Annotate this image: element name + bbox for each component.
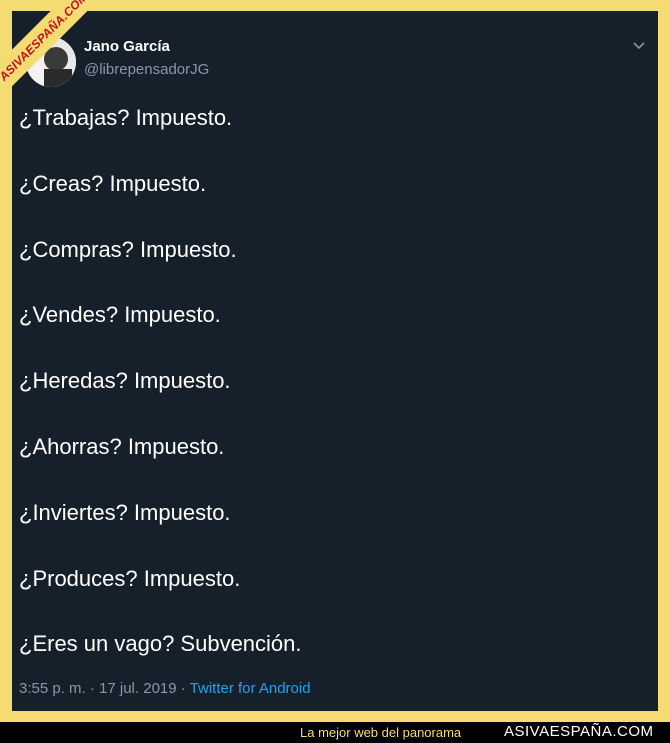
- tweet-line: ¿Produces? Impuesto.: [19, 565, 241, 591]
- tweet-line: ¿Ahorras? Impuesto.: [19, 433, 225, 459]
- footer-brand[interactable]: ASIVAESPAÑA.COM: [504, 723, 653, 740]
- chevron-down-icon[interactable]: [632, 39, 646, 53]
- tweet-text: ¿Trabajas? Impuesto. ¿Creas? Impuesto. ¿…: [19, 103, 648, 695]
- timestamp[interactable]: 3:55 p. m. · 17 jul. 2019 ·: [19, 680, 190, 697]
- tweet-line: ¿Trabajas? Impuesto.: [19, 105, 233, 130]
- tweet-card: Jano García @librepensadorJG ¿Trabajas? …: [12, 11, 658, 711]
- footer-tagline: La mejor web del panorama: [300, 725, 462, 740]
- tweet-line: ¿Creas? Impuesto.: [19, 170, 207, 196]
- tweet-line: ¿Heredas? Impuesto.: [19, 368, 231, 394]
- tweet-line: ¿Compras? Impuesto.: [19, 236, 237, 262]
- tweet-meta: 3:55 p. m. · 17 jul. 2019 · Twitter for …: [19, 680, 311, 697]
- author-name[interactable]: Jano García: [84, 38, 170, 55]
- tweet-line: ¿Inviertes? Impuesto.: [19, 499, 231, 525]
- tweet-line: ¿Vendes? Impuesto.: [19, 302, 221, 328]
- client-link[interactable]: Twitter for Android: [190, 680, 311, 697]
- author-handle[interactable]: @librepensadorJG: [84, 61, 209, 78]
